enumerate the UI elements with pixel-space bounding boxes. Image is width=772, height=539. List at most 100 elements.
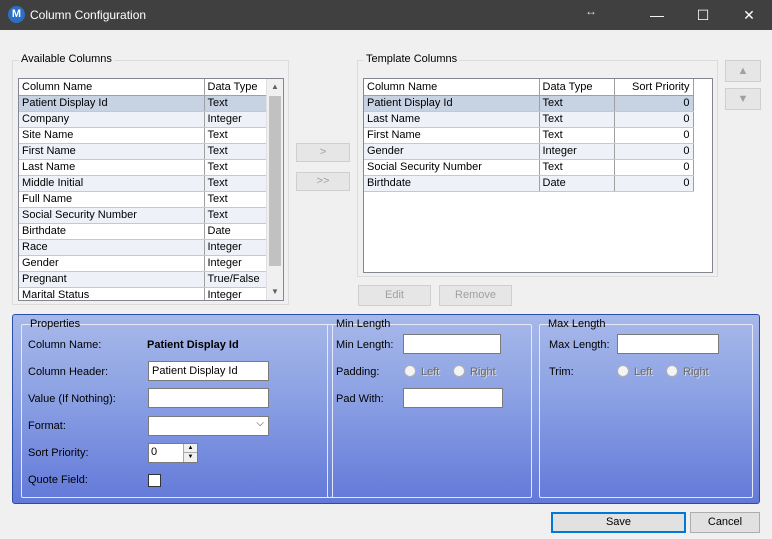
cell-data-type[interactable]: Text	[204, 207, 268, 224]
table-row[interactable]: Pregnant True/False	[19, 271, 268, 288]
cell-sort-priority[interactable]: 0	[614, 95, 694, 112]
table-row[interactable]: Gender Integer	[19, 255, 268, 272]
cell-data-type[interactable]: Integer	[539, 143, 615, 160]
table-row[interactable]: Full Name Text	[19, 191, 268, 208]
column-header-input[interactable]	[148, 361, 269, 381]
cell-data-type[interactable]: Text	[539, 127, 615, 144]
column-header-column-name[interactable]: Column Name	[364, 79, 540, 96]
stepper-up-icon[interactable]: ▲	[183, 444, 197, 453]
table-row[interactable]: Patient Display Id Text	[19, 95, 268, 112]
cell-column-name[interactable]: Marital Status	[19, 287, 205, 300]
cell-data-type[interactable]: Text	[204, 143, 268, 160]
value-if-nothing-input[interactable]	[148, 388, 269, 408]
table-row[interactable]: Gender Integer 0	[364, 143, 694, 160]
cell-sort-priority[interactable]: 0	[614, 175, 694, 192]
cell-data-type[interactable]: Integer	[204, 255, 268, 272]
move-down-button[interactable]: ▼	[725, 88, 761, 110]
cell-data-type[interactable]: Date	[204, 223, 268, 240]
sort-priority-stepper[interactable]: 0 ▲ ▼	[148, 443, 198, 463]
cell-column-name[interactable]: Gender	[364, 143, 540, 160]
cell-column-name[interactable]: Patient Display Id	[364, 95, 540, 112]
cell-data-type[interactable]: Integer	[204, 287, 268, 300]
cell-column-name[interactable]: Birthdate	[19, 223, 205, 240]
cell-column-name[interactable]: Birthdate	[364, 175, 540, 192]
scroll-up-icon[interactable]: ▲	[267, 79, 283, 95]
cell-column-name[interactable]: Gender	[19, 255, 205, 272]
table-row[interactable]: Social Security Number Text	[19, 207, 268, 224]
cell-column-name[interactable]: First Name	[364, 127, 540, 144]
cell-data-type[interactable]: True/False	[204, 271, 268, 288]
cell-data-type[interactable]: Text	[204, 95, 268, 112]
table-row[interactable]: Marital Status Integer	[19, 287, 268, 300]
edit-button[interactable]: Edit	[358, 285, 431, 306]
cell-sort-priority[interactable]: 0	[614, 143, 694, 160]
cell-column-name[interactable]: Social Security Number	[19, 207, 205, 224]
max-length-input[interactable]	[617, 334, 719, 354]
cell-sort-priority[interactable]: 0	[614, 111, 694, 128]
cell-data-type[interactable]: Text	[539, 95, 615, 112]
stepper-down-icon[interactable]: ▼	[183, 453, 197, 462]
trim-right-radio[interactable]	[666, 365, 678, 377]
cell-data-type[interactable]: Text	[204, 175, 268, 192]
scroll-down-icon[interactable]: ▼	[267, 284, 283, 300]
table-row[interactable]: Patient Display Id Text 0	[364, 95, 694, 112]
quote-field-checkbox[interactable]	[148, 474, 161, 487]
cell-data-type[interactable]: Integer	[204, 239, 268, 256]
cell-column-name[interactable]: Company	[19, 111, 205, 128]
table-row[interactable]: Birthdate Date 0	[364, 175, 694, 192]
pad-with-input[interactable]	[403, 388, 503, 408]
add-all-columns-button[interactable]: >>	[296, 172, 350, 191]
cancel-button[interactable]: Cancel	[690, 512, 760, 533]
cell-column-name[interactable]: Site Name	[19, 127, 205, 144]
arrow-down-icon: ▼	[737, 93, 749, 105]
cell-data-type[interactable]: Text	[204, 191, 268, 208]
template-columns-grid[interactable]: Column Name Data Type Sort Priority Pati…	[363, 78, 713, 273]
move-up-button[interactable]: ▲	[725, 60, 761, 82]
scrollbar-thumb[interactable]	[269, 96, 281, 266]
column-header-data-type[interactable]: Data Type	[204, 79, 268, 96]
cell-column-name[interactable]: Last Name	[19, 159, 205, 176]
column-header-sort-priority[interactable]: Sort Priority	[614, 79, 694, 96]
table-row[interactable]: Middle Initial Text	[19, 175, 268, 192]
padding-left-radio[interactable]	[404, 365, 416, 377]
cell-sort-priority[interactable]: 0	[614, 159, 694, 176]
min-length-input[interactable]	[403, 334, 501, 354]
table-row[interactable]: Last Name Text 0	[364, 111, 694, 128]
cell-column-name[interactable]: Patient Display Id	[19, 95, 205, 112]
table-row[interactable]: Company Integer	[19, 111, 268, 128]
trim-left-radio[interactable]	[617, 365, 629, 377]
table-row[interactable]: Race Integer	[19, 239, 268, 256]
close-button[interactable]: ✕	[726, 0, 772, 30]
format-select[interactable]: ⌵	[148, 416, 269, 436]
cell-data-type[interactable]: Text	[539, 159, 615, 176]
column-header-data-type[interactable]: Data Type	[539, 79, 615, 96]
maximize-button[interactable]: ☐	[680, 0, 726, 30]
cell-column-name[interactable]: Full Name	[19, 191, 205, 208]
save-button[interactable]: Save	[551, 512, 686, 533]
table-row[interactable]: Site Name Text	[19, 127, 268, 144]
cell-data-type[interactable]: Text	[539, 111, 615, 128]
cell-data-type[interactable]: Integer	[204, 111, 268, 128]
padding-right-radio[interactable]	[453, 365, 465, 377]
cell-column-name[interactable]: Pregnant	[19, 271, 205, 288]
table-row[interactable]: First Name Text 0	[364, 127, 694, 144]
cell-column-name[interactable]: Race	[19, 239, 205, 256]
add-column-button[interactable]: >	[296, 143, 350, 162]
remove-button[interactable]: Remove	[439, 285, 512, 306]
cell-column-name[interactable]: Last Name	[364, 111, 540, 128]
cell-column-name[interactable]: Middle Initial	[19, 175, 205, 192]
cell-column-name[interactable]: First Name	[19, 143, 205, 160]
cell-data-type[interactable]: Text	[204, 127, 268, 144]
table-row[interactable]: Birthdate Date	[19, 223, 268, 240]
cell-data-type[interactable]: Text	[204, 159, 268, 176]
available-columns-grid[interactable]: Column Name Data Type Patient Display Id…	[18, 78, 284, 301]
cell-sort-priority[interactable]: 0	[614, 127, 694, 144]
cell-data-type[interactable]: Date	[539, 175, 615, 192]
table-row[interactable]: Social Security Number Text 0	[364, 159, 694, 176]
table-row[interactable]: Last Name Text	[19, 159, 268, 176]
column-header-column-name[interactable]: Column Name	[19, 79, 205, 96]
table-row[interactable]: First Name Text	[19, 143, 268, 160]
available-columns-scrollbar[interactable]: ▲ ▼	[266, 79, 283, 300]
cell-column-name[interactable]: Social Security Number	[364, 159, 540, 176]
minimize-button[interactable]: —	[634, 0, 680, 30]
